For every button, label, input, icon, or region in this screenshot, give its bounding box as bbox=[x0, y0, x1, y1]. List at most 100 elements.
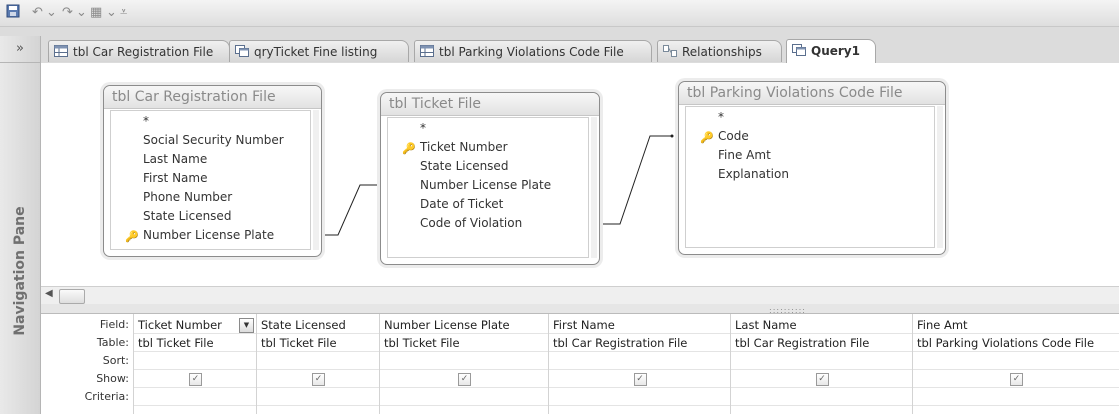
field-item[interactable]: First Name bbox=[111, 169, 310, 188]
grid-table-cell[interactable]: tbl Car Registration File bbox=[731, 334, 913, 352]
field-item[interactable]: Last Name bbox=[111, 150, 310, 169]
tab-car-registration-file[interactable]: tbl Car Registration File bbox=[48, 40, 230, 62]
grid-table-cell[interactable]: tbl Ticket File bbox=[380, 334, 549, 352]
save-icon[interactable] bbox=[6, 4, 20, 21]
table-pane[interactable]: tbl Car Registration File * Social Secur… bbox=[41, 63, 1119, 286]
grid-show-cell: ✓ bbox=[913, 370, 1119, 388]
view-dropdown-icon[interactable]: ⌄ bbox=[106, 4, 117, 21]
grid-sort-cell[interactable] bbox=[913, 352, 1119, 370]
redo-dropdown-icon[interactable]: ⌄ bbox=[76, 4, 87, 21]
show-checkbox[interactable]: ✓ bbox=[815, 373, 829, 386]
grid-criteria-cell[interactable] bbox=[731, 388, 913, 406]
field-item[interactable]: Fine Amt bbox=[686, 146, 934, 165]
table-pane-horizontal-scrollbar[interactable]: ◀ bbox=[41, 286, 1119, 306]
table-icon bbox=[420, 45, 434, 57]
tab-label: tbl Parking Violations Code File bbox=[439, 45, 624, 59]
dropdown-arrow-icon[interactable]: ▼ bbox=[239, 318, 254, 333]
table-box-ticket-file[interactable]: tbl Ticket File * 🔑 Ticket Number State L… bbox=[380, 92, 600, 265]
tab-parking-violations-code-file[interactable]: tbl Parking Violations Code File bbox=[414, 40, 652, 62]
field-item[interactable]: * bbox=[388, 119, 588, 138]
field-item[interactable]: * bbox=[111, 112, 310, 131]
tab-query1[interactable]: Query1 bbox=[786, 39, 876, 64]
field-item[interactable]: Social Security Number bbox=[111, 131, 310, 150]
field-item[interactable]: State Licensed bbox=[111, 207, 310, 226]
show-checkbox[interactable]: ✓ bbox=[458, 373, 471, 386]
field-list: * Social Security Number Last Name First… bbox=[110, 110, 311, 250]
grid-sort-cell[interactable] bbox=[549, 352, 731, 370]
document-tabs: tbl Car Registration File qryTicket Fine… bbox=[41, 36, 1119, 64]
grid-criteria-cell[interactable] bbox=[913, 388, 1119, 406]
tab-qryticket-fine-listing[interactable]: qryTicket Fine listing bbox=[229, 40, 409, 62]
row-label-field: Field: bbox=[99, 318, 129, 331]
show-checkbox[interactable]: ✓ bbox=[633, 373, 647, 386]
table-box-title[interactable]: tbl Car Registration File bbox=[104, 86, 321, 109]
grid-field-cell[interactable]: Fine Amt bbox=[913, 316, 1119, 334]
grid-criteria-cell[interactable] bbox=[257, 388, 380, 406]
grid-field-cell[interactable]: State Licensed bbox=[257, 316, 380, 334]
grid-sort-cell[interactable] bbox=[134, 352, 257, 370]
field-name: Phone Number bbox=[143, 190, 233, 204]
table-box-car-registration[interactable]: tbl Car Registration File * Social Secur… bbox=[103, 85, 322, 257]
scroll-left-icon[interactable]: ◀ bbox=[45, 288, 53, 299]
show-checkbox[interactable]: ✓ bbox=[312, 373, 325, 386]
query-icon bbox=[235, 45, 249, 57]
tab-label: Query1 bbox=[811, 44, 860, 58]
field-item[interactable]: Explanation bbox=[686, 165, 934, 184]
grid-column: Last Name tbl Car Registration File ✓ bbox=[730, 314, 913, 414]
grid-sort-cell[interactable] bbox=[257, 352, 380, 370]
grid-field-cell[interactable]: Number License Plate bbox=[380, 316, 549, 334]
table-box-title[interactable]: tbl Parking Violations Code File bbox=[679, 82, 945, 105]
field-item[interactable]: State Licensed bbox=[388, 157, 588, 176]
redo-icon[interactable]: ↷ bbox=[62, 4, 73, 21]
field-item[interactable]: Code of Violation bbox=[388, 214, 588, 233]
show-checkbox[interactable]: ✓ bbox=[1010, 373, 1023, 386]
grid-column: First Name tbl Car Registration File ✓ bbox=[548, 314, 731, 414]
grid-sort-cell[interactable] bbox=[380, 352, 549, 370]
field-name: Number License Plate bbox=[420, 178, 552, 192]
tab-relationships[interactable]: Relationships bbox=[657, 40, 782, 62]
pane-splitter[interactable]: :::::::::: bbox=[41, 304, 1119, 315]
grid-field-cell[interactable]: First Name bbox=[549, 316, 731, 334]
grid-column: Number License Plate tbl Ticket File ✓ bbox=[379, 314, 549, 414]
grid-table-cell[interactable]: tbl Ticket File bbox=[134, 334, 257, 352]
table-box-parking-violations[interactable]: tbl Parking Violations Code File * 🔑 Code… bbox=[678, 81, 946, 255]
customize-qat-icon[interactable]: ⩡ bbox=[120, 4, 127, 21]
grid-criteria-cell[interactable] bbox=[134, 388, 257, 406]
field-name: * bbox=[143, 114, 149, 128]
grid-show-cell: ✓ bbox=[731, 370, 913, 388]
field-item[interactable]: Date of Ticket bbox=[388, 195, 588, 214]
field-item[interactable]: 🔑 Number License Plate bbox=[111, 226, 310, 245]
quick-access-toolbar: ↶ ⌄ ↷ ⌄ ▦ ⌄ ⩡ bbox=[0, 0, 1119, 27]
grid-criteria-cell[interactable] bbox=[549, 388, 731, 406]
undo-dropdown-icon[interactable]: ⌄ bbox=[46, 4, 57, 21]
grid-table-cell[interactable]: tbl Ticket File bbox=[257, 334, 380, 352]
grid-field-cell[interactable]: Last Name bbox=[731, 316, 913, 334]
undo-icon[interactable]: ↶ bbox=[32, 4, 43, 21]
grid-criteria-cell[interactable] bbox=[380, 388, 549, 406]
grid-show-cell: ✓ bbox=[134, 370, 257, 388]
navigation-pane-toggle[interactable]: » bbox=[0, 36, 40, 63]
grid-sort-cell[interactable] bbox=[731, 352, 913, 370]
grid-table-cell[interactable]: tbl Parking Violations Code File bbox=[913, 334, 1119, 352]
scrollbar[interactable] bbox=[591, 117, 597, 258]
grid-show-cell: ✓ bbox=[549, 370, 731, 388]
scrollbar[interactable] bbox=[313, 110, 319, 250]
view-icon[interactable]: ▦ bbox=[90, 4, 102, 21]
field-name: First Name bbox=[143, 171, 208, 185]
scrollbar[interactable] bbox=[937, 106, 943, 248]
grid-table-cell[interactable]: tbl Car Registration File bbox=[549, 334, 731, 352]
field-item[interactable]: Phone Number bbox=[111, 188, 310, 207]
navigation-pane[interactable]: » Navigation Pane bbox=[0, 36, 41, 414]
field-item[interactable]: Number License Plate bbox=[388, 176, 588, 195]
tab-label: tbl Car Registration File bbox=[73, 45, 214, 59]
field-item[interactable]: * bbox=[686, 108, 934, 127]
primary-key-icon: 🔑 bbox=[125, 230, 139, 243]
row-label-criteria: Criteria: bbox=[84, 390, 129, 403]
scrollbar-thumb[interactable] bbox=[59, 289, 85, 304]
grid-field-cell[interactable]: Ticket Number ▼ bbox=[134, 316, 257, 334]
field-item[interactable]: 🔑 Ticket Number bbox=[388, 138, 588, 157]
field-item[interactable]: 🔑 Code bbox=[686, 127, 934, 146]
table-box-title[interactable]: tbl Ticket File bbox=[381, 93, 599, 116]
navigation-pane-label: Navigation Pane bbox=[12, 206, 28, 336]
show-checkbox[interactable]: ✓ bbox=[189, 373, 202, 386]
